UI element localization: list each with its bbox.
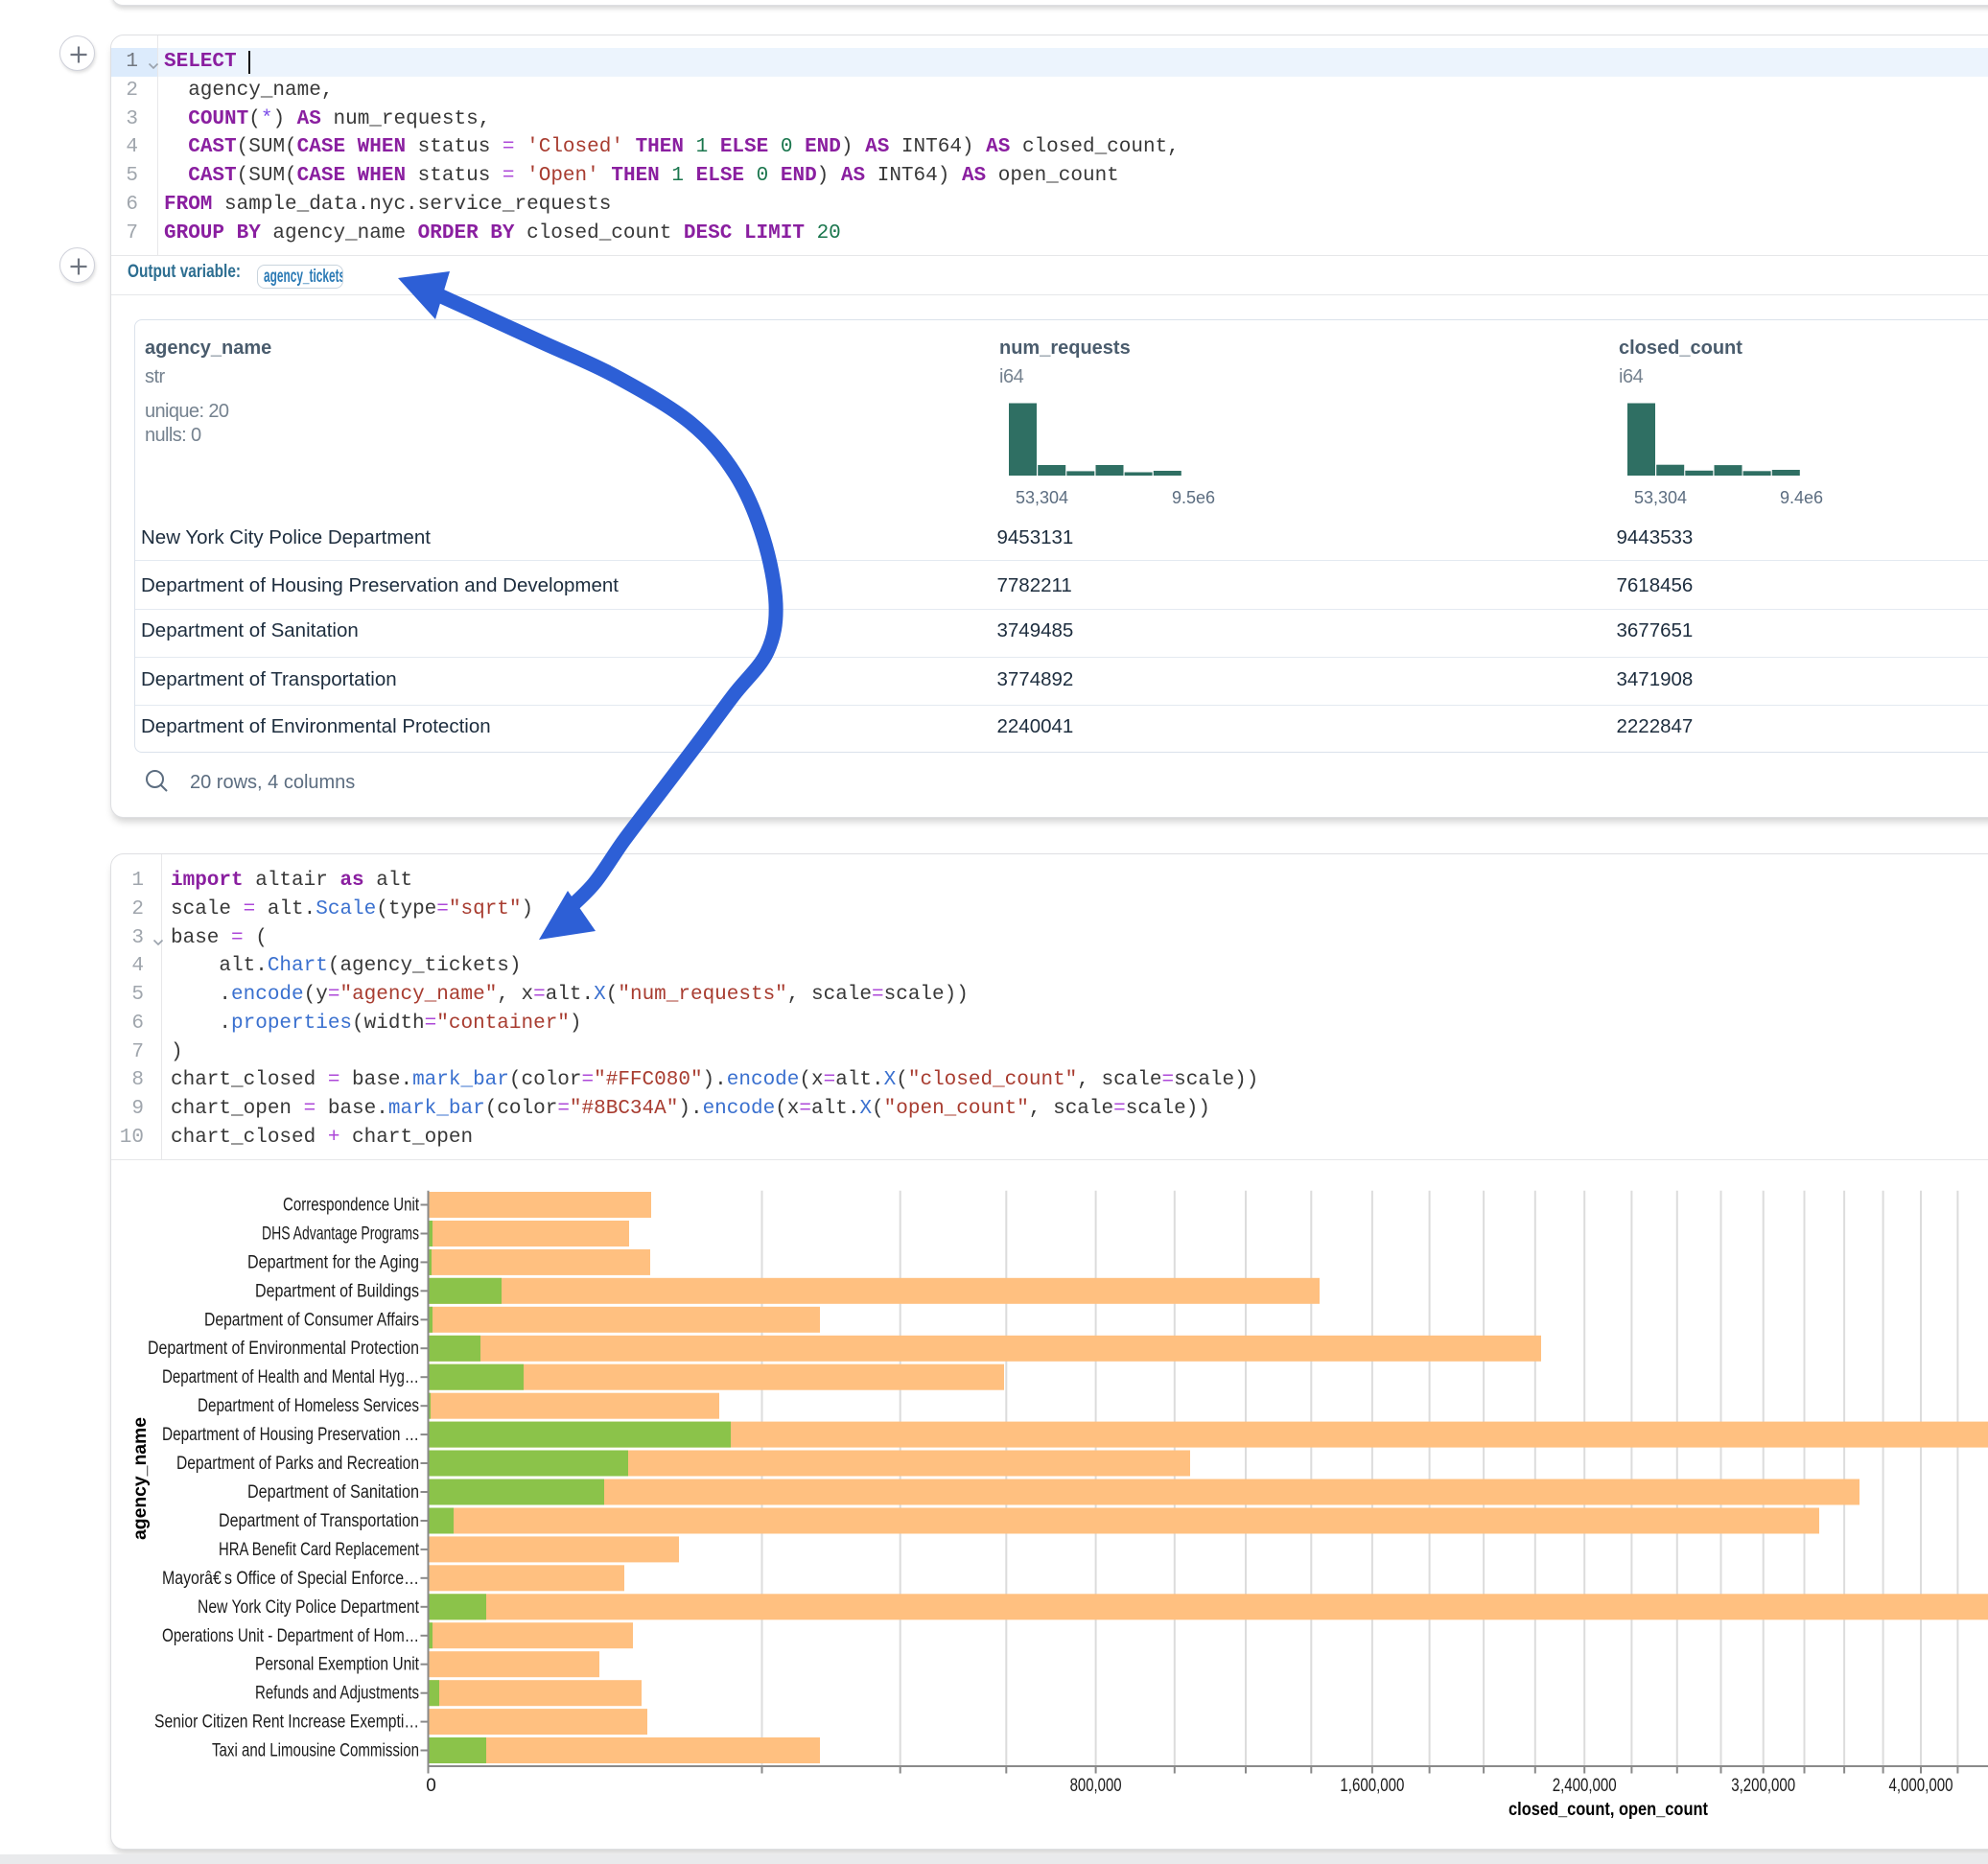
- svg-text:agency_name: agency_name: [130, 1417, 151, 1540]
- svg-text:Department of Health and Menta: Department of Health and Mental Hyg…: [162, 1367, 419, 1387]
- svg-text:Taxi and Limousine Commission: Taxi and Limousine Commission: [212, 1741, 419, 1761]
- svg-text:Operations Unit - Department o: Operations Unit - Department of Hom…: [162, 1626, 419, 1646]
- svg-text:Department for the Aging: Department for the Aging: [247, 1252, 419, 1272]
- svg-text:2,400,000: 2,400,000: [1553, 1776, 1617, 1796]
- svg-text:Department of Buildings: Department of Buildings: [255, 1281, 419, 1301]
- svg-text:Mayorâ€ s Office of Special En: Mayorâ€ s Office of Special Enforce…: [162, 1569, 419, 1589]
- svg-text:Department of Homeless Service: Department of Homeless Services: [198, 1396, 419, 1416]
- svg-text:Correspondence Unit: Correspondence Unit: [283, 1196, 420, 1216]
- svg-text:HRA Benefit Card Replacement: HRA Benefit Card Replacement: [219, 1540, 420, 1560]
- svg-text:Senior Citizen Rent Increase E: Senior Citizen Rent Increase Exempti…: [154, 1713, 419, 1733]
- svg-text:0: 0: [426, 1776, 436, 1796]
- svg-text:Department of Environmental Pr: Department of Environmental Protection: [148, 1339, 419, 1359]
- svg-text:4,000,000: 4,000,000: [1889, 1776, 1953, 1796]
- svg-text:Refunds and Adjustments: Refunds and Adjustments: [255, 1684, 419, 1704]
- svg-text:DHS Advantage Programs: DHS Advantage Programs: [262, 1224, 419, 1245]
- svg-text:Department of Consumer Affairs: Department of Consumer Affairs: [204, 1310, 419, 1330]
- svg-text:Department of Transportation: Department of Transportation: [219, 1511, 419, 1531]
- svg-text:800,000: 800,000: [1070, 1776, 1122, 1796]
- svg-text:Department of Parks and Recrea: Department of Parks and Recreation: [176, 1454, 419, 1474]
- svg-text:Department of Housing Preserva: Department of Housing Preservation …: [162, 1425, 419, 1445]
- svg-text:3,200,000: 3,200,000: [1731, 1776, 1795, 1796]
- svg-text:Personal Exemption Unit: Personal Exemption Unit: [255, 1655, 420, 1675]
- svg-text:Department of Sanitation: Department of Sanitation: [247, 1482, 419, 1503]
- svg-text:closed_count, open_count: closed_count, open_count: [1509, 1800, 1709, 1820]
- svg-text:1,600,000: 1,600,000: [1340, 1776, 1404, 1796]
- svg-text:New York City Police Departmen: New York City Police Department: [198, 1597, 420, 1618]
